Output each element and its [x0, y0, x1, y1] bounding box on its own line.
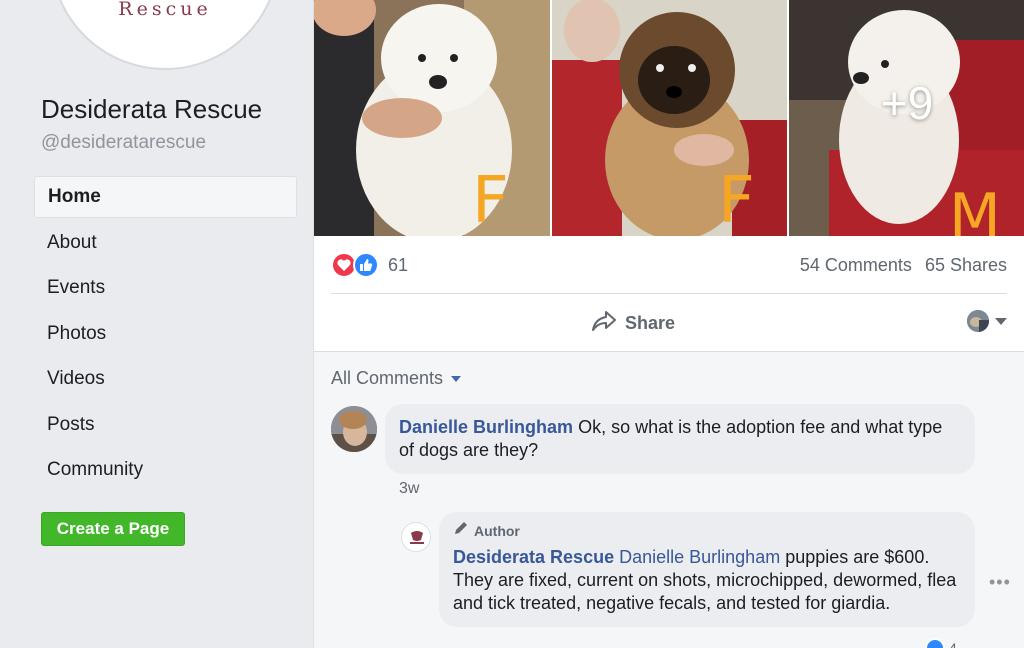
comments-count[interactable]: 54 Comments	[800, 255, 912, 275]
avatar[interactable]	[401, 522, 431, 552]
photo-mark: F	[472, 164, 509, 236]
create-page-button[interactable]: Create a Page	[41, 512, 185, 546]
mentioned-user-link[interactable]: Danielle Burlingham	[619, 547, 780, 567]
reactions-bar: 61 54 Comments 65 Shares	[331, 248, 1007, 282]
engagement-counts: 54 Comments 65 Shares	[792, 255, 1007, 276]
post-card: F F M +9 61 54 Comments 65 Shares Share …	[313, 0, 1024, 648]
comments-filter-label: All Comments	[331, 368, 444, 388]
comments-filter-dropdown[interactable]: All Comments	[331, 368, 462, 389]
nav-item-community[interactable]: Community	[34, 449, 297, 495]
page-nav: Home About Events Photos Videos Posts Co…	[34, 176, 297, 495]
comment-timestamp[interactable]: 3w	[399, 480, 419, 498]
share-button[interactable]: Share	[591, 306, 675, 340]
nav-item-posts[interactable]: Posts	[34, 404, 297, 450]
pencil-icon	[453, 520, 469, 543]
share-icon	[591, 310, 617, 337]
comment-as-selector[interactable]	[967, 310, 1007, 332]
divider	[331, 293, 1007, 294]
share-label: Share	[625, 312, 676, 333]
comment-bubble: Author Desiderata Rescue Danielle Burlin…	[439, 512, 975, 627]
more-options-icon[interactable]: •••	[989, 572, 1011, 593]
page-title[interactable]: Desiderata Rescue	[41, 94, 262, 125]
comments-section: All Comments Danielle Burlingham Ok, so …	[314, 351, 1024, 648]
comment-reactions[interactable]: 4	[925, 638, 957, 648]
comment: Danielle Burlingham Ok, so what is the a…	[331, 404, 1011, 514]
reply-comment: Author Desiderata Rescue Danielle Burlin…	[401, 512, 1021, 648]
puppy-photo-2[interactable]: F	[552, 0, 787, 236]
photo-mark: F	[718, 164, 755, 236]
avatar[interactable]	[331, 406, 377, 452]
avatar	[967, 310, 989, 332]
like-icon	[925, 638, 945, 648]
logo-text: Rescue	[118, 0, 212, 20]
page-sidebar: Rescue Desiderata Rescue @desiderataresc…	[0, 0, 313, 648]
page-profile-picture[interactable]: Rescue	[50, 0, 280, 70]
author-badge-label: Author	[474, 523, 520, 539]
reaction-count[interactable]: 61	[388, 255, 408, 276]
post-actions: Share	[331, 300, 1007, 346]
comment-author-link[interactable]: Danielle Burlingham	[399, 417, 573, 437]
comment-like-count: 4	[949, 640, 957, 648]
chevron-down-icon	[451, 375, 462, 382]
nav-item-home[interactable]: Home	[34, 176, 297, 218]
reaction-icons[interactable]	[331, 252, 385, 278]
author-badge: Author	[453, 520, 961, 543]
page-handle[interactable]: @desideratarescue	[41, 132, 206, 154]
shares-count[interactable]: 65 Shares	[925, 255, 1007, 275]
comment-bubble: Danielle Burlingham Ok, so what is the a…	[385, 404, 975, 474]
like-icon	[353, 252, 379, 278]
nav-item-events[interactable]: Events	[34, 267, 297, 313]
nav-item-photos[interactable]: Photos	[34, 313, 297, 359]
comment-author-link[interactable]: Desiderata Rescue	[453, 547, 614, 567]
puppy-photo-1[interactable]: F	[314, 0, 550, 236]
chevron-down-icon	[995, 317, 1007, 325]
more-photos-count[interactable]: +9	[789, 0, 1024, 236]
nav-item-about[interactable]: About	[34, 222, 297, 268]
photo-grid: F F M +9	[314, 0, 1024, 236]
nav-item-videos[interactable]: Videos	[34, 358, 297, 404]
puppy-photo-3[interactable]: M +9	[789, 0, 1024, 236]
